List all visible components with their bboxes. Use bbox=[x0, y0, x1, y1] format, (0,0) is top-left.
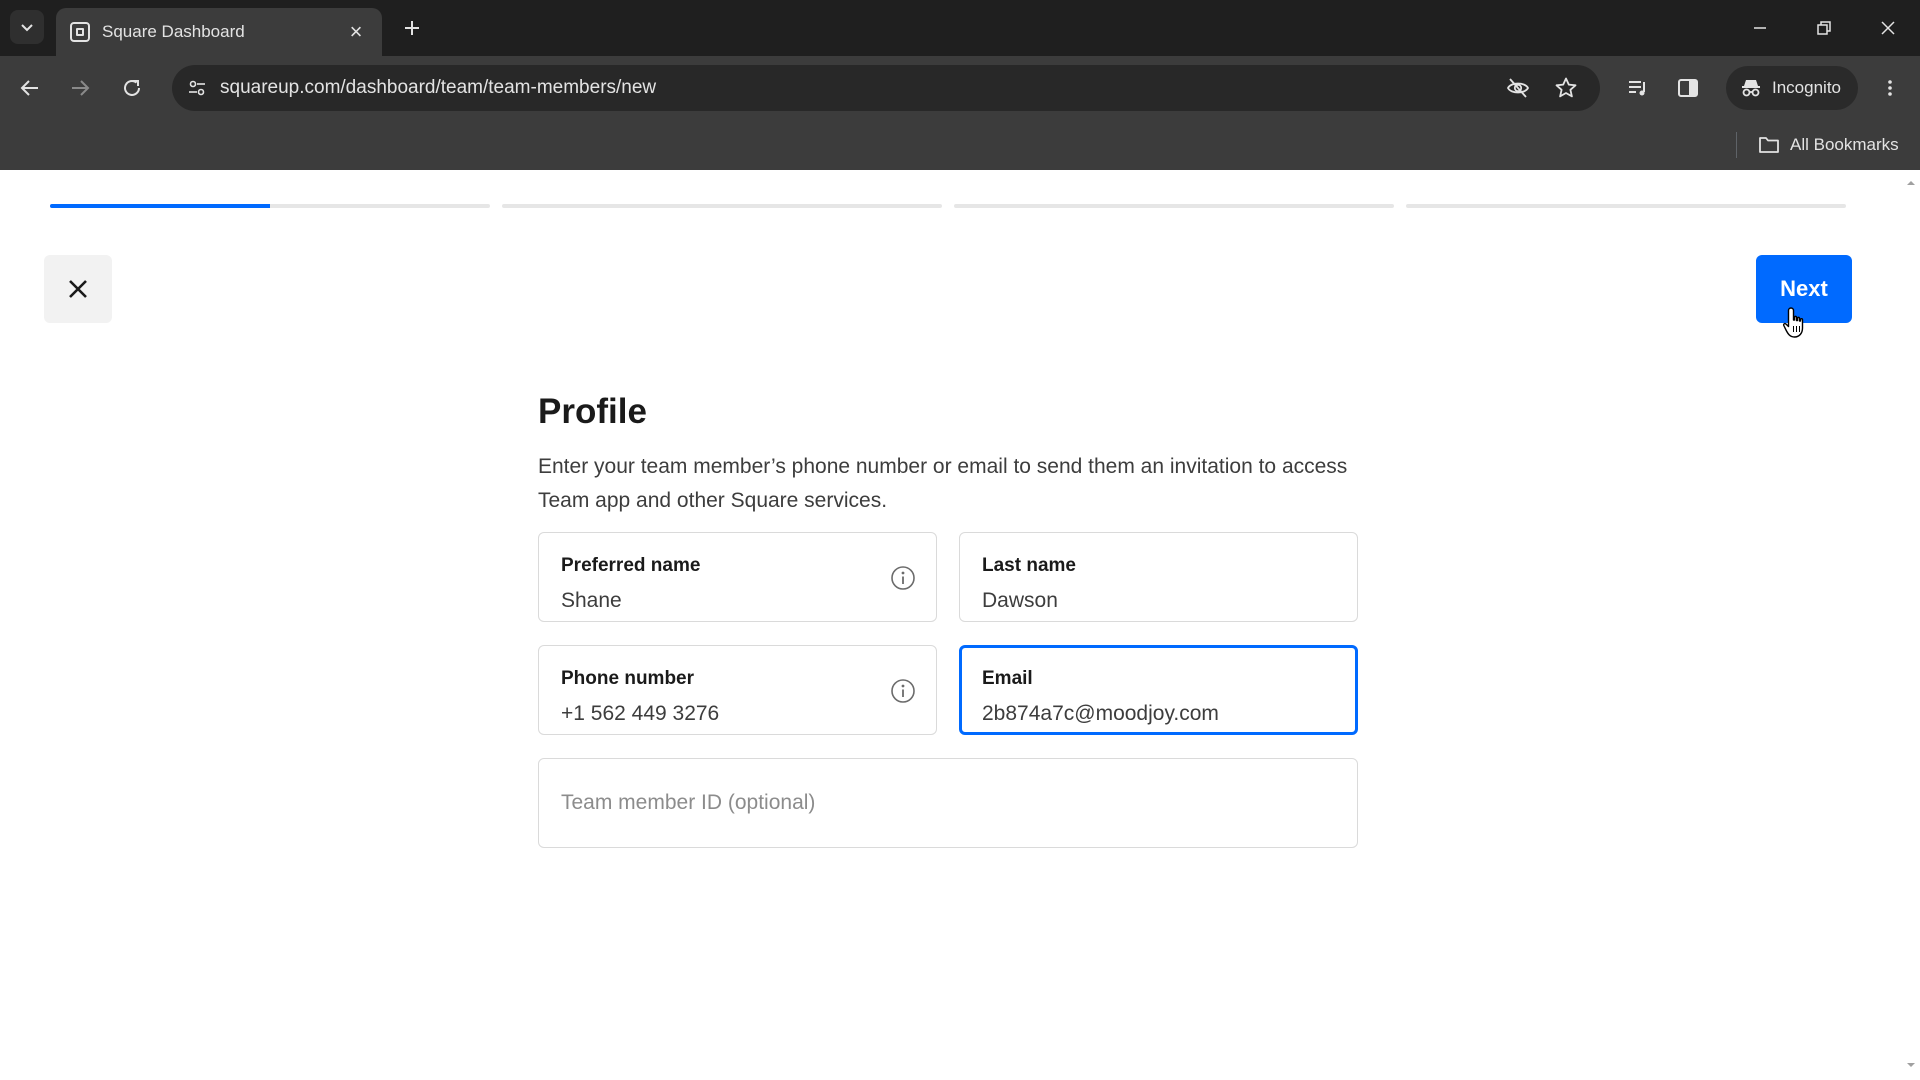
chevron-down-icon bbox=[21, 24, 33, 32]
preferred-name-input[interactable]: Shane bbox=[561, 589, 622, 613]
arrow-left-icon bbox=[20, 80, 38, 96]
minimize-button[interactable] bbox=[1732, 6, 1788, 50]
phone-number-label: Phone number bbox=[561, 668, 695, 689]
scroll-down-icon[interactable] bbox=[1906, 1060, 1916, 1070]
back-button[interactable] bbox=[12, 70, 48, 106]
last-name-field[interactable]: Last name Dawson bbox=[959, 532, 1358, 622]
media-controls-button[interactable] bbox=[1620, 70, 1656, 106]
last-name-label: Last name bbox=[982, 555, 1076, 576]
progress-segment-1 bbox=[50, 204, 490, 208]
close-icon bbox=[69, 280, 87, 298]
phone-number-field[interactable]: Phone number +1 562 449 3276 bbox=[538, 645, 937, 735]
info-icon[interactable] bbox=[890, 565, 916, 591]
window-close-button[interactable] bbox=[1860, 6, 1916, 50]
side-panel-button[interactable] bbox=[1670, 70, 1706, 106]
page-title: Profile bbox=[538, 392, 647, 431]
scroll-up-icon[interactable] bbox=[1906, 178, 1916, 188]
page-viewport: Next Profile Enter your team member’s ph… bbox=[0, 170, 1920, 1080]
arrow-right-icon bbox=[72, 80, 90, 96]
close-wizard-button[interactable] bbox=[44, 255, 112, 323]
folder-icon bbox=[1759, 137, 1779, 153]
restore-icon bbox=[1817, 21, 1831, 35]
team-member-id-input[interactable]: Team member ID (optional) bbox=[561, 759, 815, 847]
forward-button[interactable] bbox=[62, 70, 98, 106]
preferred-name-label: Preferred name bbox=[561, 555, 701, 576]
browser-tab-active[interactable]: Square Dashboard × bbox=[56, 8, 382, 56]
restore-button[interactable] bbox=[1796, 6, 1852, 50]
site-info-button[interactable] bbox=[180, 71, 214, 105]
incognito-indicator[interactable]: Incognito bbox=[1726, 66, 1858, 110]
email-field[interactable]: Email 2b874a7c@moodjoy.com bbox=[959, 645, 1358, 735]
playlist-music-icon bbox=[1629, 81, 1645, 96]
phone-number-input[interactable]: +1 562 449 3276 bbox=[561, 702, 719, 726]
tab-search-button[interactable] bbox=[10, 10, 44, 44]
all-bookmarks-button[interactable]: All Bookmarks bbox=[1758, 130, 1899, 160]
preferred-name-field[interactable]: Preferred name Shane bbox=[538, 532, 937, 622]
bookmark-star-button[interactable] bbox=[1550, 72, 1582, 104]
progress-segment-3 bbox=[954, 204, 1394, 208]
profile-form: Profile Enter your team member’s phone n… bbox=[538, 392, 1358, 848]
team-member-id-field[interactable]: Team member ID (optional) bbox=[538, 758, 1358, 848]
minimize-icon bbox=[1754, 27, 1766, 29]
browser-menu-button[interactable] bbox=[1872, 70, 1908, 106]
new-tab-button[interactable] bbox=[396, 12, 428, 44]
close-icon bbox=[1881, 21, 1895, 35]
incognito-label: Incognito bbox=[1772, 78, 1841, 97]
square-favicon-icon bbox=[70, 22, 90, 42]
tab-title: Square Dashboard bbox=[102, 22, 245, 41]
info-icon[interactable] bbox=[890, 678, 916, 704]
more-vertical-icon bbox=[1888, 80, 1892, 96]
email-input[interactable]: 2b874a7c@moodjoy.com bbox=[982, 702, 1219, 726]
bookmarks-separator bbox=[1736, 132, 1737, 158]
eye-off-button[interactable] bbox=[1502, 72, 1534, 104]
browser-toolbar: squareup.com/dashboard/team/team-members… bbox=[0, 56, 1920, 120]
email-label: Email bbox=[982, 668, 1033, 689]
reload-button[interactable] bbox=[114, 70, 150, 106]
side-panel-icon bbox=[1678, 79, 1698, 97]
reload-icon bbox=[124, 79, 140, 96]
progress-segment-2 bbox=[502, 204, 942, 208]
browser-tabstrip: Square Dashboard × bbox=[0, 0, 1920, 56]
incognito-icon bbox=[1742, 80, 1760, 97]
bookmarks-bar: All Bookmarks bbox=[0, 120, 1920, 170]
progress-segment-fill bbox=[50, 204, 270, 208]
tab-close-icon[interactable]: × bbox=[344, 20, 368, 44]
page-scrollbar[interactable] bbox=[1902, 170, 1920, 1080]
all-bookmarks-label: All Bookmarks bbox=[1790, 135, 1899, 154]
address-bar[interactable]: squareup.com/dashboard/team/team-members… bbox=[172, 65, 1600, 111]
progress-segment-4 bbox=[1406, 204, 1846, 208]
hand-cursor-icon bbox=[1782, 307, 1804, 338]
plus-icon bbox=[405, 21, 419, 35]
profile-description: Enter your team member’s phone number or… bbox=[538, 455, 1348, 512]
tune-icon bbox=[189, 80, 205, 96]
url-text[interactable]: squareup.com/dashboard/team/team-members… bbox=[220, 65, 656, 111]
last-name-input[interactable]: Dawson bbox=[982, 589, 1058, 613]
wizard-progress-bar bbox=[50, 204, 1846, 208]
eye-off-icon bbox=[1506, 78, 1530, 98]
star-icon bbox=[1555, 77, 1577, 98]
